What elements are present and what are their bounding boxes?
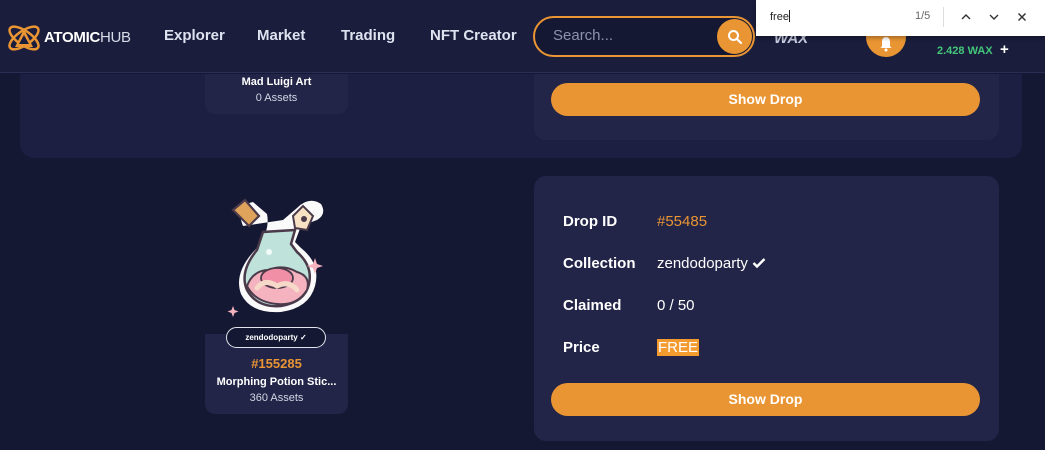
drop-id-value[interactable]: #55485 bbox=[657, 213, 707, 230]
find-input[interactable]: free bbox=[770, 10, 790, 23]
bell-icon bbox=[880, 37, 892, 52]
claimed-label: Claimed bbox=[563, 297, 622, 314]
nav-market[interactable]: Market bbox=[257, 27, 305, 44]
text-caret bbox=[788, 10, 790, 22]
find-divider bbox=[943, 7, 944, 27]
find-query: free bbox=[770, 11, 789, 23]
drop-details-panel: Drop ID #55485 Collection zendodoparty C… bbox=[534, 176, 999, 441]
collection-link[interactable]: zendodoparty bbox=[657, 255, 766, 272]
collection-pill[interactable]: zendodoparty ✓ bbox=[226, 327, 326, 348]
drop-details-panel-previous: Show Drop bbox=[534, 74, 999, 140]
nav-nft-creator[interactable]: NFT Creator bbox=[430, 27, 517, 44]
potion-sticker-icon bbox=[227, 198, 324, 317]
add-funds-button[interactable]: + bbox=[1000, 41, 1009, 58]
show-drop-button-previous[interactable]: Show Drop bbox=[551, 83, 980, 116]
atom-icon bbox=[8, 25, 40, 51]
chevron-down-icon bbox=[989, 14, 999, 20]
wax-balance: 2.428 WAX bbox=[937, 45, 993, 57]
template-id: #155285 bbox=[251, 356, 302, 371]
find-previous-button[interactable] bbox=[957, 8, 975, 26]
logo-text: ATOMICHUB bbox=[44, 29, 131, 46]
template-card[interactable]: zendodoparty ✓ #155285 Morphing Potion S… bbox=[205, 186, 348, 414]
nav-trading[interactable]: Trading bbox=[341, 27, 395, 44]
close-icon bbox=[1018, 13, 1026, 21]
logo-text-light: HUB bbox=[99, 29, 131, 46]
search-icon bbox=[727, 29, 742, 44]
collection-value: zendodoparty bbox=[657, 255, 748, 272]
find-highlight: FREE bbox=[657, 339, 700, 356]
show-drop-button[interactable]: Show Drop bbox=[551, 383, 980, 416]
price-label: Price bbox=[563, 339, 600, 356]
template-name: Morphing Potion Stic... bbox=[216, 376, 337, 388]
nav-explorer[interactable]: Explorer bbox=[164, 27, 225, 44]
claimed-value: 0 / 50 bbox=[657, 297, 695, 314]
find-close-button[interactable] bbox=[1013, 8, 1031, 26]
atomichub-logo[interactable]: ATOMICHUB bbox=[4, 18, 144, 58]
template-assets-count: 360 Assets bbox=[249, 392, 304, 404]
drop-id-label: Drop ID bbox=[563, 213, 618, 230]
potion-sticker-image bbox=[205, 186, 348, 334]
find-next-button[interactable] bbox=[985, 8, 1003, 26]
card-collection-name: Mad Luigi Art bbox=[241, 76, 312, 88]
find-match-count: 1/5 bbox=[915, 10, 931, 22]
chevron-up-icon bbox=[961, 14, 971, 20]
search-button[interactable] bbox=[717, 19, 752, 54]
logo-text-bold: ATOMIC bbox=[44, 29, 100, 46]
search-bar bbox=[533, 16, 755, 57]
card-assets-count: 0 Assets bbox=[255, 92, 298, 104]
verified-check-icon bbox=[752, 258, 766, 269]
collection-label: Collection bbox=[563, 255, 636, 272]
search-input[interactable] bbox=[553, 27, 703, 44]
price-value: FREE bbox=[657, 339, 700, 356]
collection-card-previous[interactable]: Mad Luigi Art 0 Assets bbox=[205, 74, 348, 114]
find-in-page-bar: free 1/5 bbox=[756, 0, 1045, 36]
